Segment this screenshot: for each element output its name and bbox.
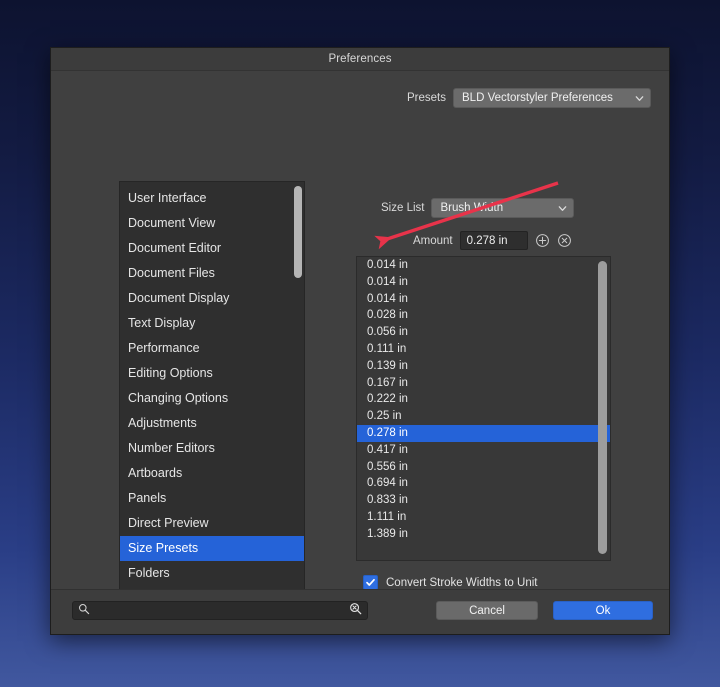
sidebar-item-label: Editing Options (128, 366, 213, 380)
sidebar-item-document-view[interactable]: Document View (120, 211, 304, 236)
size-value-item[interactable]: 0.014 in (357, 257, 610, 274)
size-value-item[interactable]: 0.139 in (357, 358, 610, 375)
sidebar-item-document-display[interactable]: Document Display (120, 286, 304, 311)
checkbox-label-convert-stroke-widths: Convert Stroke Widths to Unit (386, 577, 537, 589)
sidebar-scrollbar[interactable] (294, 185, 302, 632)
sidebar-item-number-editors[interactable]: Number Editors (120, 436, 304, 461)
size-value-item[interactable]: 0.167 in (357, 375, 610, 392)
chevron-down-icon (634, 93, 645, 104)
sidebar-item-editing-options[interactable]: Editing Options (120, 361, 304, 386)
sidebar-item-user-interface[interactable]: User Interface (120, 186, 304, 211)
size-value-item[interactable]: 0.694 in (357, 475, 610, 492)
size-value-item[interactable]: 0.014 in (357, 274, 610, 291)
size-value-item[interactable]: 0.25 in (357, 408, 610, 425)
search-clear-icon[interactable] (349, 602, 362, 620)
cancel-button[interactable]: Cancel (436, 601, 538, 620)
search-icon (78, 602, 90, 620)
search-field[interactable] (72, 601, 368, 620)
sidebar-item-label: Direct Preview (128, 516, 209, 530)
presets-row: Presets BLD Vectorstyler Preferences (51, 88, 669, 108)
x-circle-icon[interactable] (557, 233, 572, 248)
size-list-value: Brush Width (440, 202, 503, 214)
checkbox-row-convert-stroke-widths[interactable]: Convert Stroke Widths to Unit (363, 575, 537, 590)
sidebar-item-label: Document Files (128, 266, 215, 280)
sidebar-item-document-files[interactable]: Document Files (120, 261, 304, 286)
sidebar-item-label: Document Display (128, 291, 229, 305)
sidebar-item-label: Document View (128, 216, 215, 230)
amount-input[interactable]: 0.278 in (460, 231, 528, 250)
sidebar-item-label: Folders (128, 566, 170, 580)
dialog-footer: Cancel Ok (51, 589, 669, 634)
sidebar-scrollbar-thumb[interactable] (294, 186, 302, 278)
size-value-item[interactable]: 0.278 in (357, 425, 610, 442)
sidebar-item-label: User Interface (128, 191, 207, 205)
sidebar-item-document-editor[interactable]: Document Editor (120, 236, 304, 261)
size-value-item[interactable]: 0.417 in (357, 442, 610, 459)
value-list-scrollbar[interactable] (598, 261, 607, 558)
size-value-item[interactable]: 0.028 in (357, 307, 610, 324)
size-value-item[interactable]: 0.111 in (357, 341, 610, 358)
sidebar-item-adjustments[interactable]: Adjustments (120, 411, 304, 436)
sidebar-item-label: Adjustments (128, 416, 197, 430)
preferences-category-list[interactable]: User Interface Document View Document Edit… (119, 181, 305, 634)
sidebar-item-artboards[interactable]: Artboards (120, 461, 304, 486)
size-list-row: Size List Brush Width (381, 198, 574, 218)
sidebar-item-changing-options[interactable]: Changing Options (120, 386, 304, 411)
presets-value: BLD Vectorstyler Preferences (462, 92, 613, 104)
amount-label: Amount (413, 235, 453, 247)
size-value-item[interactable]: 0.222 in (357, 391, 610, 408)
sidebar-item-direct-preview[interactable]: Direct Preview (120, 511, 304, 536)
sidebar-item-label: Performance (128, 341, 200, 355)
size-value-item[interactable]: 0.014 in (357, 291, 610, 308)
search-input[interactable] (90, 605, 349, 617)
size-list-label: Size List (381, 202, 424, 214)
presets-dropdown[interactable]: BLD Vectorstyler Preferences (453, 88, 651, 108)
sidebar-item-label: Size Presets (128, 541, 198, 555)
checkbox-convert-stroke-widths[interactable] (363, 575, 378, 590)
size-value-item[interactable]: 1.111 in (357, 509, 610, 526)
chevron-down-icon (557, 203, 568, 214)
sidebar-item-panels[interactable]: Panels (120, 486, 304, 511)
sidebar-item-label: Number Editors (128, 441, 215, 455)
sidebar-item-label: Panels (128, 491, 166, 505)
plus-circle-icon[interactable] (535, 233, 550, 248)
sidebar-item-performance[interactable]: Performance (120, 336, 304, 361)
size-value-item[interactable]: 1.389 in (357, 526, 610, 543)
sidebar-item-text-display[interactable]: Text Display (120, 311, 304, 336)
amount-row: Amount 0.278 in (413, 231, 572, 250)
dialog-titlebar: Preferences (51, 48, 669, 71)
ok-button[interactable]: Ok (553, 601, 653, 620)
size-value-item[interactable]: 0.833 in (357, 492, 610, 509)
value-list-scrollbar-thumb[interactable] (598, 261, 607, 554)
sidebar-item-folders[interactable]: Folders (120, 561, 304, 586)
size-value-item[interactable]: 0.056 in (357, 324, 610, 341)
presets-label: Presets (407, 92, 446, 104)
dialog-title: Preferences (328, 53, 391, 65)
sidebar-item-label: Document Editor (128, 241, 221, 255)
sidebar-item-label: Text Display (128, 316, 195, 330)
sidebar-item-label: Artboards (128, 466, 182, 480)
size-value-item[interactable]: 0.556 in (357, 459, 610, 476)
sidebar-item-size-presets[interactable]: Size Presets (120, 536, 304, 561)
size-value-list[interactable]: 0.014 in0.014 in0.014 in0.028 in0.056 in… (356, 256, 611, 561)
size-list-dropdown[interactable]: Brush Width (431, 198, 574, 218)
sidebar-item-label: Changing Options (128, 391, 228, 405)
preferences-dialog: Preferences Presets BLD Vectorstyler Pre… (50, 47, 670, 635)
amount-value: 0.278 in (467, 235, 508, 247)
